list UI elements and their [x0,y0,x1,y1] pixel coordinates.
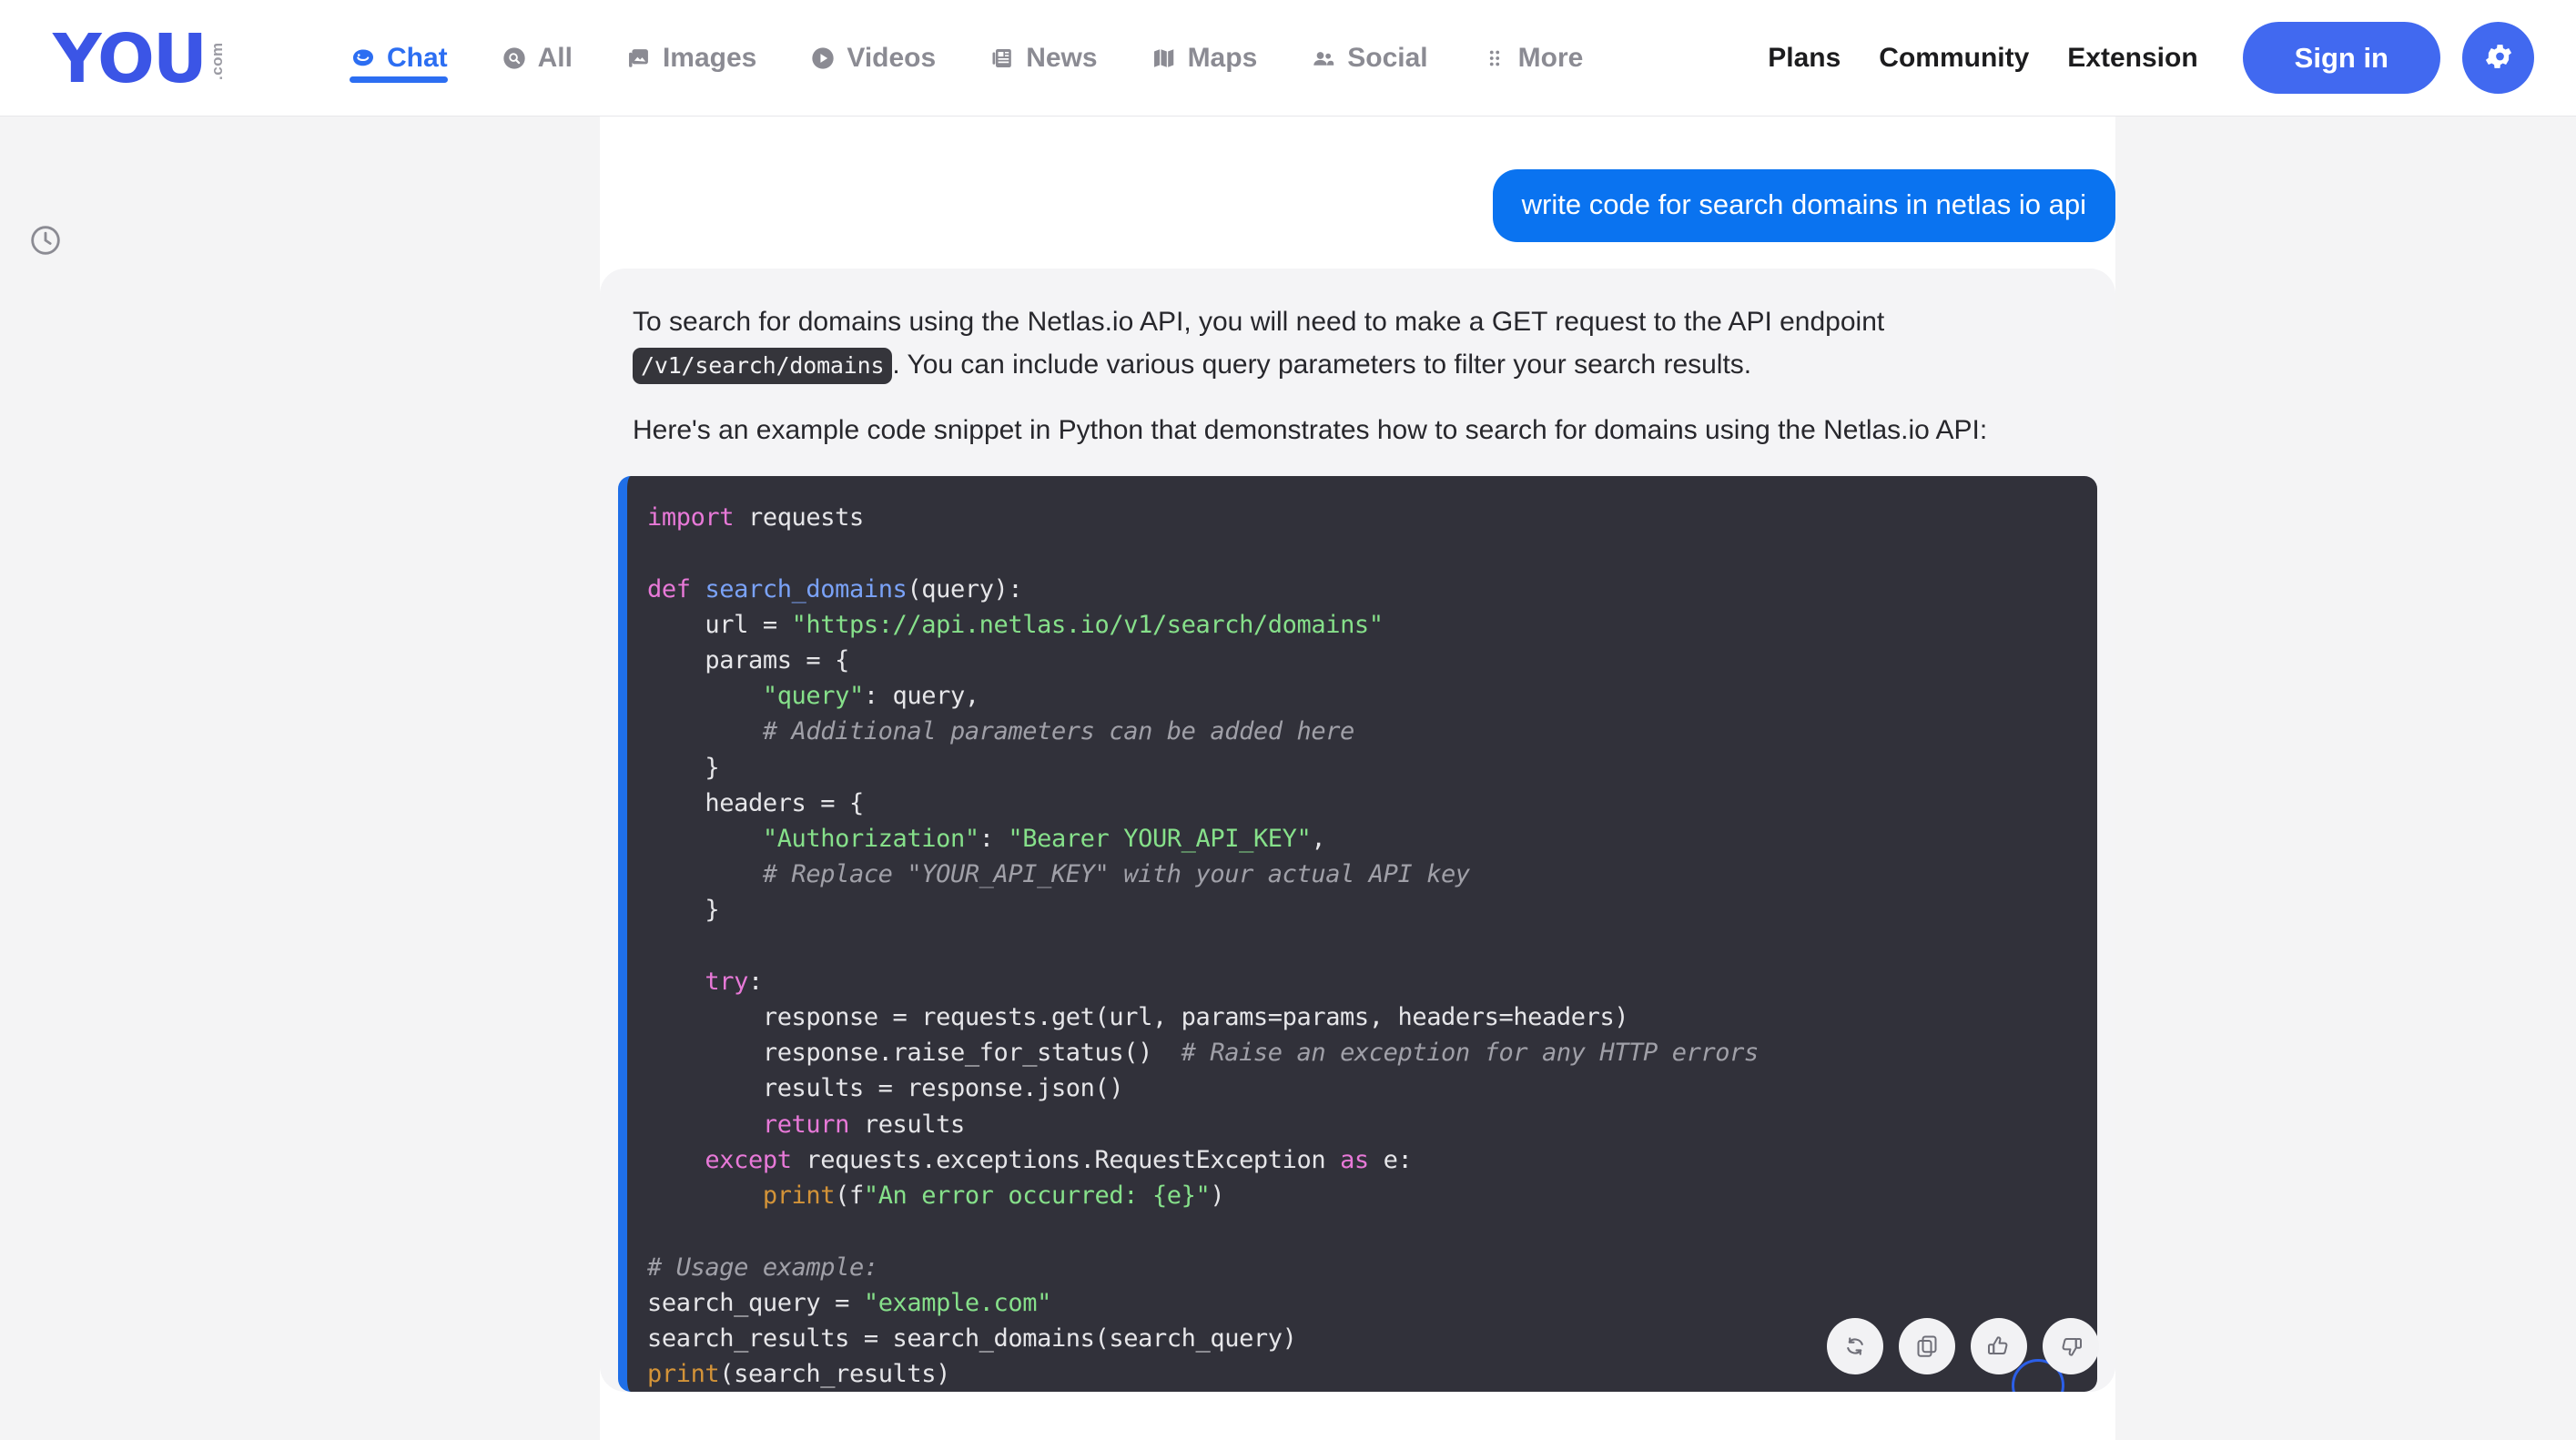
tab-more[interactable]: More [1455,0,1610,116]
search-circle-icon [501,45,528,72]
logo-text: YOU [53,19,208,98]
settings-button[interactable] [2462,22,2534,94]
tab-maps[interactable]: Maps [1124,0,1284,116]
newspaper-icon [989,45,1016,72]
copy-button[interactable] [1899,1318,1955,1374]
tab-images-label: Images [662,42,757,73]
link-extension[interactable]: Extension [2048,43,2216,74]
tab-videos-label: Videos [847,42,937,73]
user-message-row: write code for search domains in netlas … [600,117,2115,242]
regenerate-icon [1841,1333,1869,1360]
assistant-paragraph-1: To search for domains using the Netlas.i… [633,301,2083,387]
regenerate-button[interactable] [1827,1318,1883,1374]
tab-chat[interactable]: Chat [323,0,474,116]
inline-code-endpoint: /v1/search/domains [633,347,893,384]
people-icon [1310,45,1337,72]
copy-icon [1913,1333,1941,1360]
gear-icon [2482,40,2515,76]
link-plans[interactable]: Plans [1749,43,1860,74]
sign-in-button[interactable]: Sign in [2242,22,2440,94]
assistant-text: To search for domains using the Netlas.i… [600,301,2115,452]
history-rail [0,117,91,1440]
tab-news[interactable]: News [962,0,1123,116]
you-logo[interactable]: YOU .com [53,19,227,98]
map-icon [1151,45,1178,72]
user-message-bubble: write code for search domains in netlas … [1492,169,2115,242]
active-tab-underline [349,76,448,83]
tab-images[interactable]: Images [599,0,783,116]
tab-maps-label: Maps [1187,42,1258,73]
thumbs-up-button[interactable] [1971,1318,2027,1374]
thumbs-down-icon [2057,1333,2084,1360]
image-icon [625,45,653,72]
nav-tabs: Chat All Images Videos News Maps Social … [323,0,1609,116]
chat-column: write code for search domains in netlas … [600,117,2115,1440]
header-actions: Plans Community Extension Sign in [1749,22,2534,94]
link-community[interactable]: Community [1860,43,2048,74]
assistant-p1-before: To search for domains using the Netlas.i… [633,306,1885,337]
logo-suffix: .com [208,41,226,80]
page-body: write code for search domains in netlas … [0,117,2576,1440]
thumbs-up-icon [1985,1333,2013,1360]
assistant-paragraph-2: Here's an example code snippet in Python… [633,415,1988,446]
tab-social[interactable]: Social [1283,0,1454,116]
app-header: YOU .com Chat All Images Videos News Map… [0,0,2576,117]
tab-all-label: All [537,42,573,73]
tab-chat-label: Chat [386,42,448,73]
chat-blob-icon [350,45,377,72]
clock-icon [27,222,64,263]
dots-grid-icon [1481,45,1508,72]
code-content[interactable]: import requests def search_domains(query… [627,476,2097,1392]
history-button[interactable] [25,222,66,262]
tab-videos[interactable]: Videos [783,0,962,116]
play-circle-icon [809,45,837,72]
tab-news-label: News [1026,42,1098,73]
assistant-p1-after: . You can include various query paramete… [892,349,1752,380]
message-action-bar [1827,1318,2099,1374]
tab-more-label: More [1517,42,1584,73]
code-block: import requests def search_domains(query… [618,476,2097,1393]
tab-social-label: Social [1347,42,1428,73]
assistant-message-bubble: To search for domains using the Netlas.i… [600,268,2115,1393]
tab-all[interactable]: All [474,0,599,116]
thumbs-down-button[interactable] [2043,1318,2099,1374]
